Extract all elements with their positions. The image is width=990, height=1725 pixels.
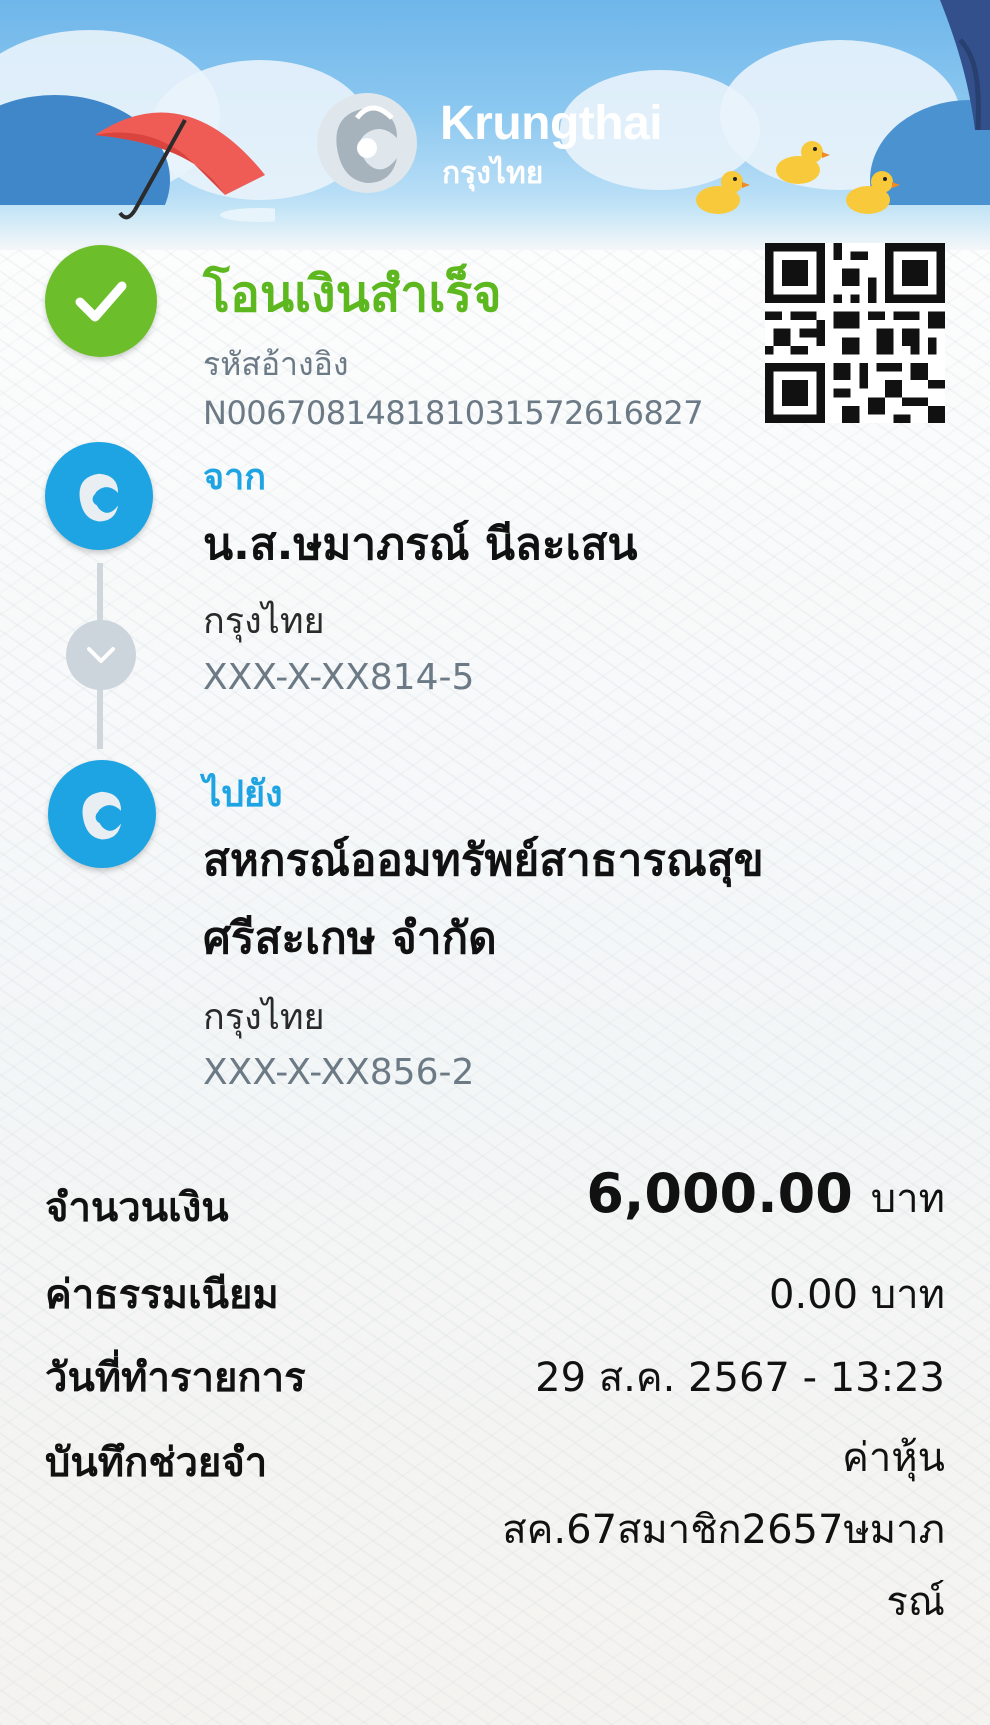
amount-value: 6,000.00	[586, 1162, 853, 1225]
duck-illustration	[776, 141, 830, 184]
from-account: XXX-X-XX814-5	[203, 657, 475, 698]
transfer-direction	[66, 620, 136, 690]
amount-label: จำนวนเงิน	[45, 1185, 229, 1231]
brand-name-th: กรุงไทย	[442, 156, 544, 191]
to-bank-avatar	[48, 760, 156, 868]
from-name: น.ส.ษมาภรณ์ นีละเสน	[203, 519, 638, 570]
fee-value: 0.00 บาท	[769, 1272, 945, 1318]
duck-illustration	[696, 171, 750, 214]
krungthai-logo	[317, 93, 417, 193]
amount-row: 6,000.00 บาท	[586, 1162, 945, 1230]
krungthai-logo	[82, 791, 122, 840]
from-bank-avatar	[45, 442, 153, 550]
duck-illustration	[846, 171, 900, 214]
memo-label: บันทึกช่วยจำ	[45, 1440, 268, 1486]
krungthai-logo	[79, 473, 119, 522]
amount-unit: บาท	[870, 1176, 945, 1222]
to-account: XXX-X-XX856-2	[203, 1052, 475, 1093]
to-label: ไปยัง	[203, 774, 283, 815]
check-icon	[75, 281, 127, 322]
umbrella-illustration	[95, 112, 275, 222]
brand-name-en: Krungthai	[440, 97, 663, 150]
to-bank: กรุงไทย	[203, 997, 325, 1038]
qr-code[interactable]	[765, 243, 945, 423]
date-value: 29 ส.ค. 2567 - 13:23	[535, 1355, 945, 1401]
header-banner: Krungthai กรุงไทย	[0, 0, 990, 250]
tree-illustration	[940, 0, 990, 130]
from-label: จาก	[203, 457, 267, 498]
reference-label: รหัสอ้างอิง	[203, 345, 349, 383]
success-icon	[45, 245, 157, 357]
chevron-down-icon	[87, 647, 115, 663]
reference-number: N006708148181031572616827	[203, 394, 704, 432]
memo-value: ค่าหุ้น สค.67สมาชิก2657ษมาภรณ์	[502, 1435, 945, 1625]
from-bank: กรุงไทย	[203, 601, 325, 642]
date-label: วันที่ทำรายการ	[45, 1355, 306, 1401]
status-title: โอนเงินสำเร็จ	[203, 265, 502, 323]
fee-label: ค่าธรรมเนียม	[45, 1272, 279, 1318]
to-name: สหกรณ์ออมทรัพย์สาธารณสุขศรีสะเกษ จำกัด	[203, 835, 764, 964]
